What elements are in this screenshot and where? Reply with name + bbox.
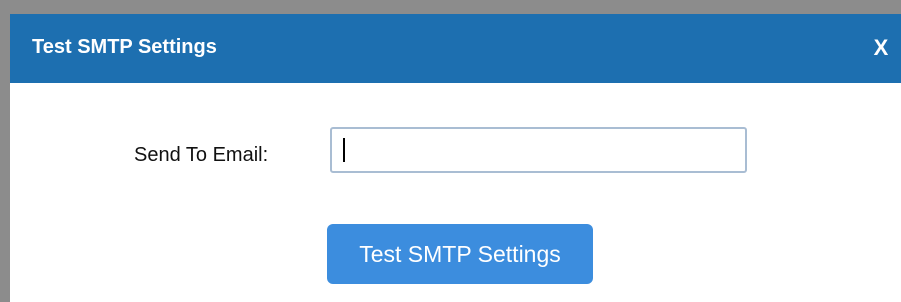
dialog-title-bar: Test SMTP Settings X: [10, 14, 901, 83]
dialog-title: Test SMTP Settings: [32, 36, 217, 58]
test-smtp-settings-button[interactable]: Test SMTP Settings: [327, 224, 593, 284]
close-icon[interactable]: X: [869, 35, 893, 61]
text-cursor: [343, 138, 345, 162]
send-to-email-input[interactable]: [330, 127, 747, 173]
send-to-email-label: Send To Email:: [134, 144, 269, 166]
test-smtp-dialog: Test SMTP Settings X Send To Email: Test…: [0, 0, 901, 302]
